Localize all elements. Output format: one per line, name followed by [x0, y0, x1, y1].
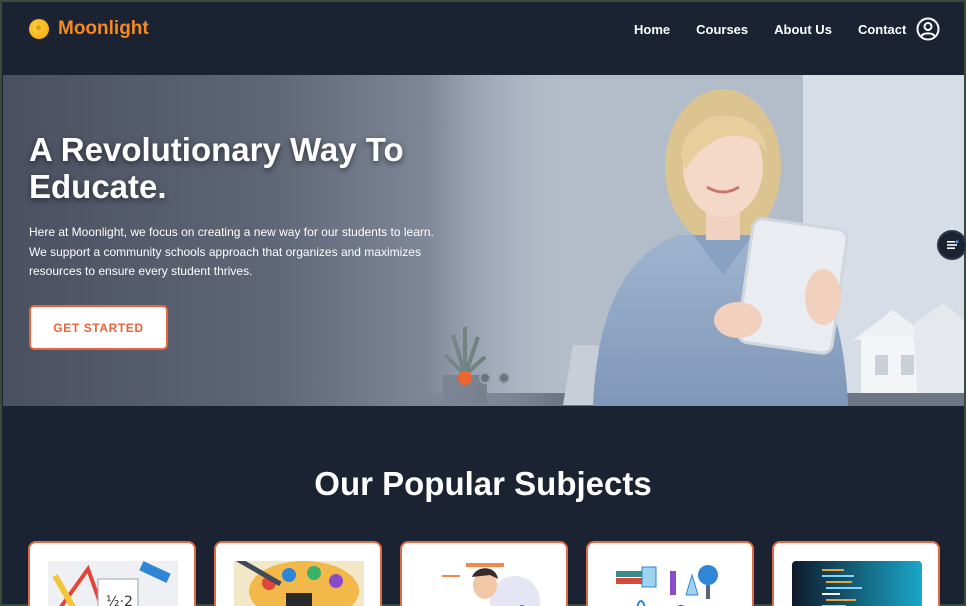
subject-card-art[interactable]	[214, 541, 382, 606]
carousel-dot-3[interactable]	[498, 372, 510, 384]
side-menu-toggle[interactable]	[937, 230, 966, 260]
science-lab-icon	[606, 561, 736, 606]
get-started-button[interactable]: GET STARTED	[29, 305, 168, 350]
carousel-dot-2[interactable]	[479, 372, 491, 384]
user-circle-icon[interactable]	[916, 17, 940, 41]
math-supplies-icon: ½·2	[48, 561, 178, 606]
subject-cards: ½·2	[28, 541, 940, 606]
section-title: Our Popular Subjects	[314, 465, 652, 502]
main-nav: Home Courses About Us Contact	[634, 22, 906, 38]
nav-home-link[interactable]: Home	[634, 22, 670, 38]
subject-card-coding[interactable]	[772, 541, 940, 606]
hero-description: Here at Moonlight, we focus on creating …	[29, 225, 434, 278]
menu-lines-icon	[947, 240, 959, 249]
code-screen-icon	[792, 561, 922, 606]
carousel-dot-1[interactable]	[458, 371, 472, 385]
moon-logo-icon	[29, 19, 49, 39]
hero-photo-woman-tablet	[423, 75, 964, 406]
nav-courses-link[interactable]: Courses	[696, 22, 748, 38]
art-palette-icon	[234, 561, 364, 606]
brand-name: Moonlight	[58, 18, 149, 39]
nav-about-link[interactable]: About Us	[774, 22, 832, 38]
subject-card-reading[interactable]	[400, 541, 568, 606]
hero-title: A Revolutionary Way To Educate.	[29, 131, 404, 205]
subject-card-science[interactable]	[586, 541, 754, 606]
top-navbar: Moonlight Home Courses About Us Contact	[2, 2, 964, 74]
carousel-indicators	[458, 371, 510, 385]
hero-content: A Revolutionary Way To Educate. Here at …	[29, 131, 459, 282]
reading-person-icon	[420, 561, 550, 606]
subject-card-math[interactable]: ½·2	[28, 541, 196, 606]
nav-contact-link[interactable]: Contact	[858, 22, 906, 38]
svg-text:½·2: ½·2	[106, 594, 133, 606]
brand-logo[interactable]: Moonlight	[29, 18, 149, 40]
hero-carousel: A Revolutionary Way To Educate. Here at …	[3, 75, 964, 406]
